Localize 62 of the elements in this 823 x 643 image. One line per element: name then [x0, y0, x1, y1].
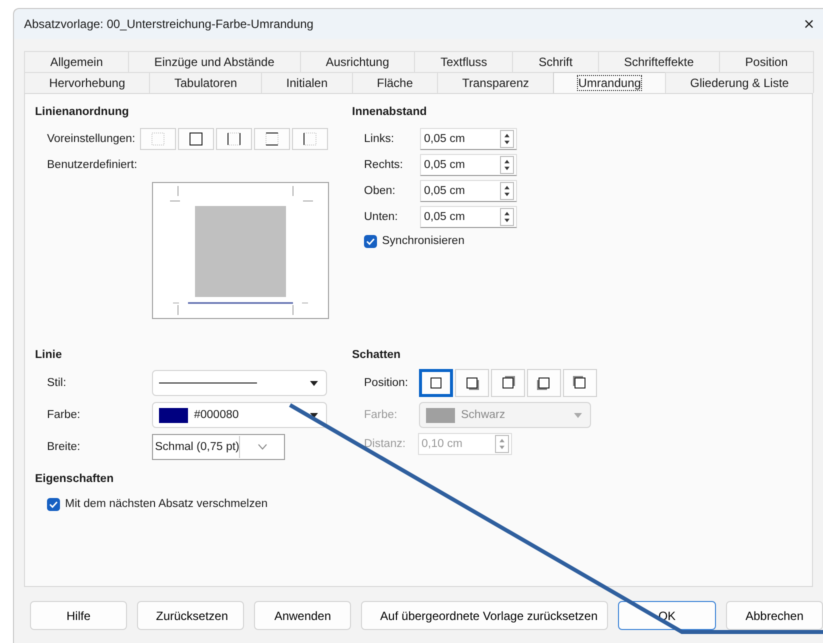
field-label: Position:	[363, 377, 410, 389]
section-heading: Linie	[35, 349, 63, 361]
section-heading: Innenabstand	[352, 106, 428, 118]
border-preset-button[interactable]	[178, 128, 214, 150]
field-label: Farbe:	[363, 409, 398, 421]
field-label: Distanz:	[363, 438, 407, 450]
spin-arrows-icon	[500, 156, 514, 174]
field-label: Stil:	[46, 377, 68, 389]
field-label: Unten:	[363, 211, 399, 223]
line-style-dropdown[interactable]	[152, 370, 327, 396]
spin-field[interactable]: 0,05 cm	[420, 206, 517, 228]
checkbox[interactable]: Synchronisieren	[352, 230, 812, 252]
tab[interactable]: Allgemein	[24, 51, 130, 72]
checkbox-box[interactable]	[364, 234, 377, 248]
dialog-button[interactable]: Abbrechen	[726, 601, 823, 630]
field-label: Voreinstellungen:	[46, 133, 136, 145]
border-preset-icon	[301, 130, 319, 148]
spin-arrows-icon	[500, 208, 514, 226]
dialog-button[interactable]: Zurücksetzen	[137, 601, 244, 630]
check-icon	[49, 500, 58, 508]
window-title: Absatzvorlage: 00_Unterstreichung-Farbe-Umrandung	[24, 17, 314, 31]
dialog-button[interactable]: Hilfe	[30, 601, 127, 630]
spin-field[interactable]: 0,05 cm	[420, 128, 517, 150]
tab[interactable]: Umrandung	[553, 72, 666, 93]
section-heading: Linienanordnung	[35, 106, 130, 118]
tab[interactable]: Position	[718, 51, 814, 72]
color-dropdown[interactable]: #000080	[152, 402, 327, 428]
close-button[interactable]: ×	[799, 14, 819, 34]
border-preset-icon	[225, 130, 243, 148]
dialog-button[interactable]: Auf übergeordnete Vorlage zurücksetzen	[361, 601, 608, 630]
field-label: Rechts:	[363, 159, 404, 171]
border-preset-icon	[263, 130, 281, 148]
border-preset-icon	[149, 130, 167, 148]
dialog-button[interactable]: Anwenden	[254, 601, 352, 630]
shadow-position-button[interactable]	[419, 369, 453, 397]
field-label: Links:	[363, 133, 396, 145]
chevron-down-icon	[258, 444, 267, 450]
checkbox-label[interactable]: Mit dem nächsten Absatz verschmelzen	[65, 498, 268, 510]
field-label: Oben:	[363, 185, 396, 197]
field-label: Farbe:	[46, 409, 82, 421]
spin-arrows-icon	[500, 182, 514, 200]
border-preset-button[interactable]	[216, 128, 252, 150]
spin-field[interactable]: 0,05 cm	[420, 154, 517, 176]
spin-arrows-icon	[500, 130, 514, 148]
border-preset-icon	[187, 130, 205, 148]
spin-arrows-icon	[495, 435, 509, 453]
checkbox-label[interactable]: Synchronisieren	[382, 235, 464, 247]
tab[interactable]: Hervorhebung	[24, 72, 150, 93]
tab[interactable]: Gliederung & Liste	[665, 72, 814, 93]
dropdown-arrow-icon	[310, 380, 318, 386]
checkbox[interactable]: Mit dem nächsten Absatz verschmelzen	[35, 493, 812, 515]
checkbox-box[interactable]	[47, 498, 60, 510]
section-heading: Schatten	[352, 349, 402, 361]
field-label: Benutzerdefiniert:	[46, 159, 138, 171]
check-icon	[366, 236, 375, 246]
border-preset-button[interactable]	[254, 128, 290, 150]
section-heading: Eigenschaften	[35, 473, 115, 485]
dropdown-arrow-icon	[574, 412, 582, 418]
dropdown-arrow-icon	[310, 412, 318, 418]
field-label: Breite:	[46, 441, 82, 453]
spin-field[interactable]: 0,05 cm	[420, 180, 517, 202]
width-combobox[interactable]: Schmal (0,75 pt)	[152, 434, 285, 460]
